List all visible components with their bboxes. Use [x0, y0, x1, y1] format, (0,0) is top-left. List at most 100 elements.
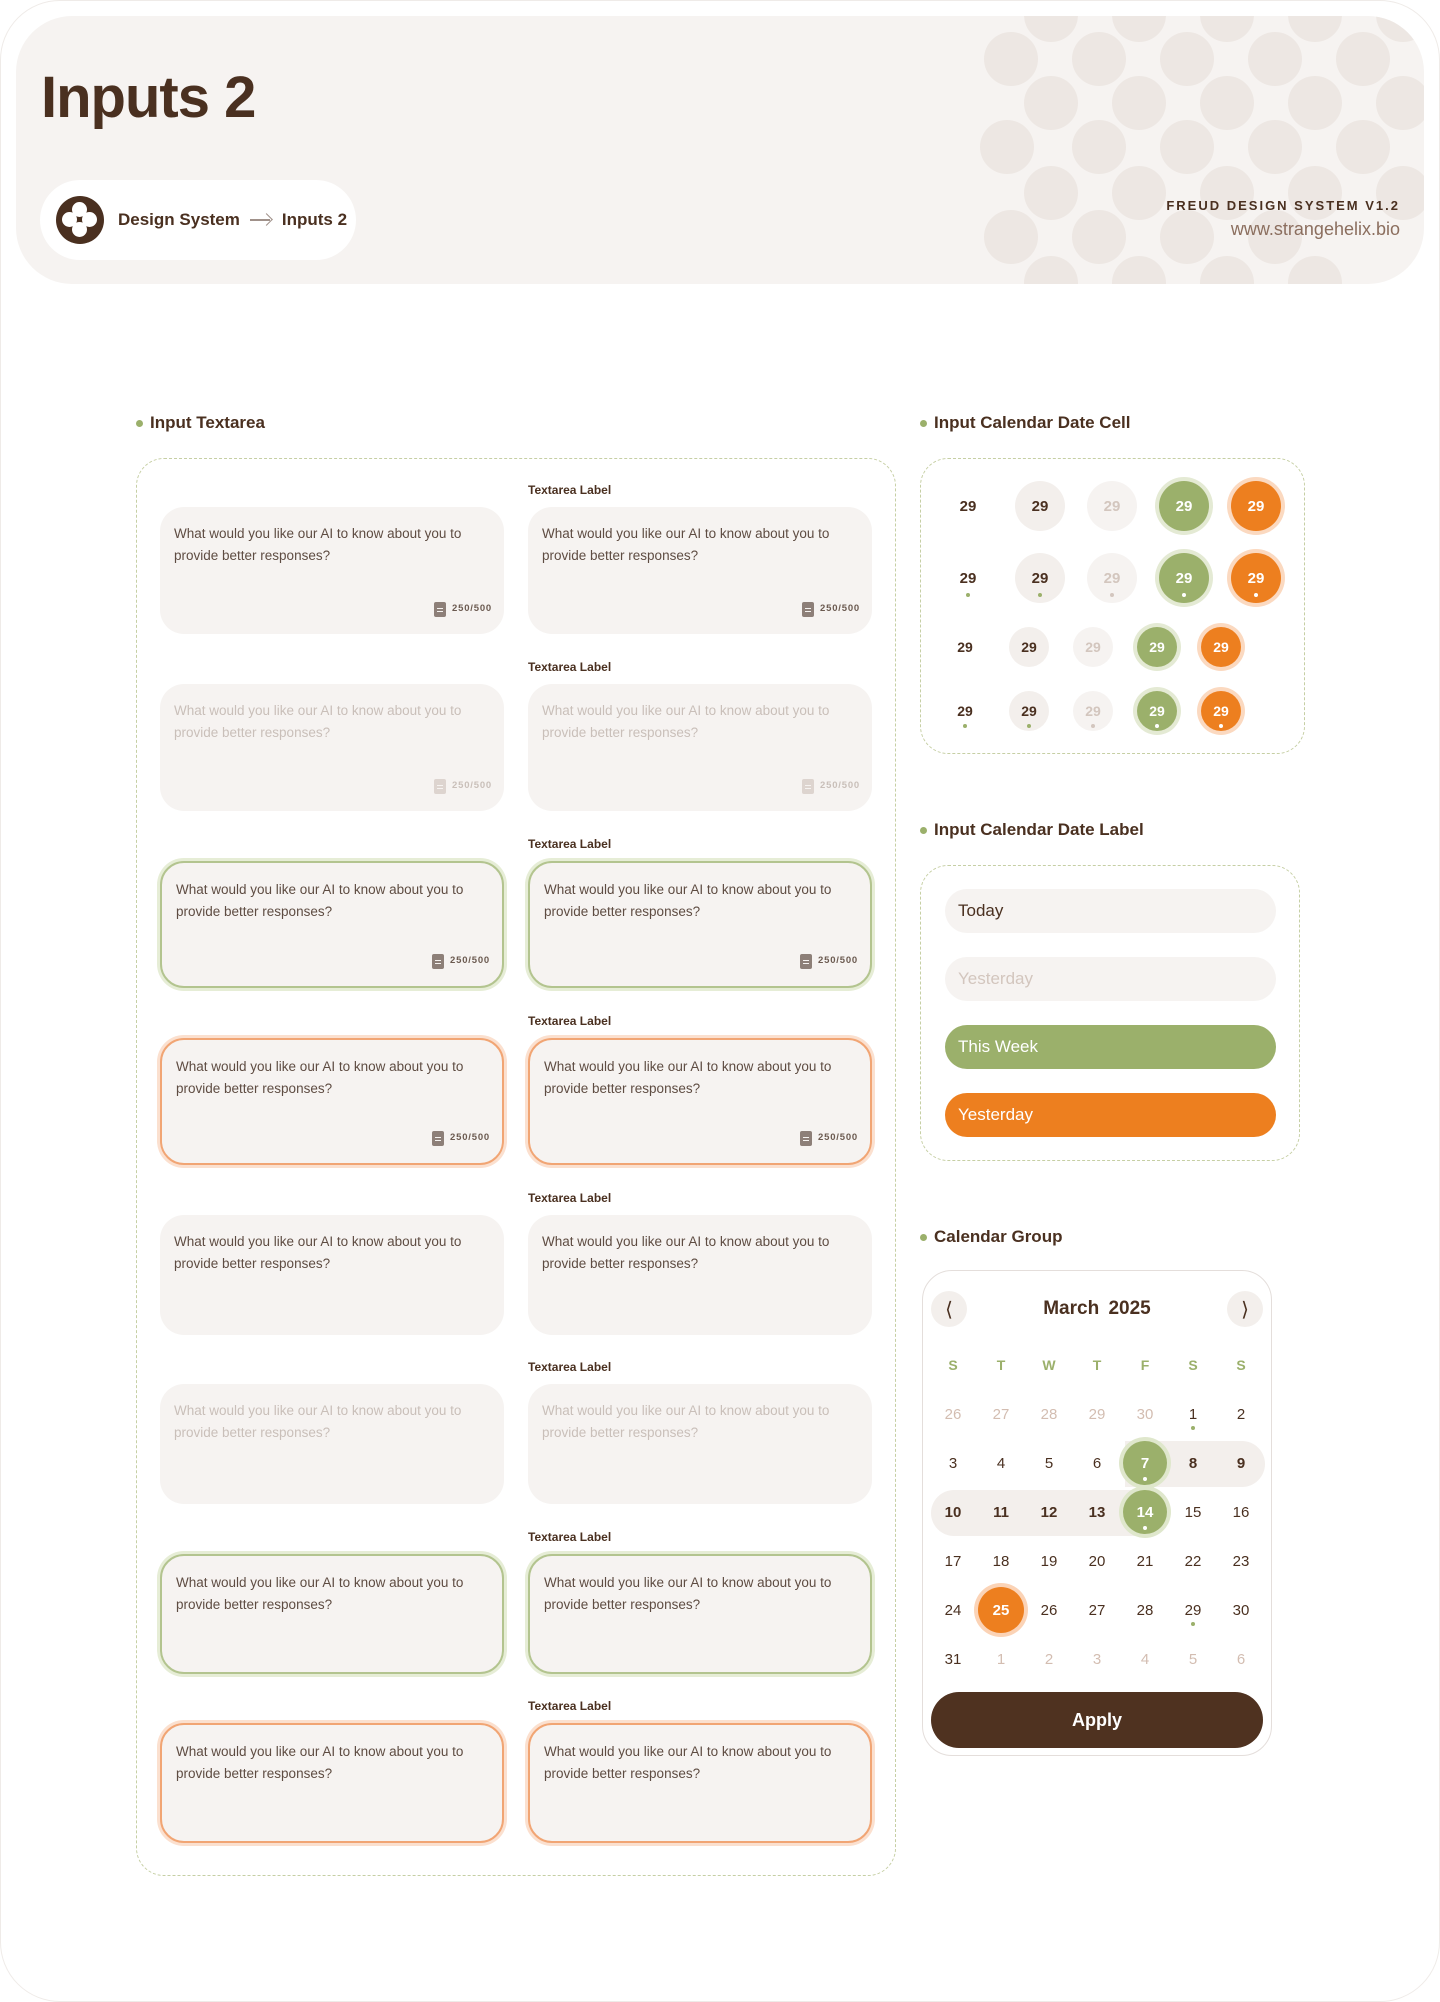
date-label-selected-green[interactable]: This Week [945, 1025, 1276, 1069]
calendar-day[interactable]: 3 [933, 1443, 973, 1483]
date-cell-hover[interactable]: 29 [1015, 481, 1065, 531]
calendar-day[interactable]: 27 [1077, 1590, 1117, 1630]
calendar-day[interactable]: 31 [933, 1639, 973, 1679]
counter-text: 250/500 [818, 1132, 858, 1143]
breadcrumb-item-design-system[interactable]: Design System [118, 210, 240, 230]
date-cell-selected-orange[interactable]: 29 [1231, 481, 1281, 531]
calendar-day-with-event[interactable]: 1 [1173, 1394, 1213, 1434]
calendar-day[interactable]: 21 [1125, 1541, 1165, 1581]
textarea-focused-no-counter[interactable]: What would you like our AI to know about… [160, 1554, 504, 1674]
calendar-day[interactable]: 20 [1077, 1541, 1117, 1581]
textarea-error-labeled[interactable]: What would you like our AI to know about… [528, 1038, 872, 1165]
date-cell-small-selected-green-dot[interactable]: 29 [1137, 691, 1177, 731]
calendar-day[interactable]: 22 [1173, 1541, 1213, 1581]
calendar-day[interactable]: 15 [1173, 1492, 1213, 1532]
calendar-day[interactable]: 23 [1221, 1541, 1261, 1581]
calendar-day[interactable]: 18 [981, 1541, 1021, 1581]
textarea-default[interactable]: What would you like our AI to know about… [160, 507, 504, 634]
date-cell-small-hover-dot[interactable]: 29 [1009, 691, 1049, 731]
character-counter: 250/500 [800, 1127, 858, 1149]
character-counter: 250/500 [802, 775, 860, 797]
date-label-disabled: Yesterday [945, 957, 1276, 1001]
calendar-day-in-range[interactable]: 9 [1221, 1443, 1261, 1483]
calendar-day-in-range[interactable]: 13 [1077, 1492, 1117, 1532]
calendar-day[interactable]: 28 [1125, 1590, 1165, 1630]
date-cell-small-hover[interactable]: 29 [1009, 627, 1049, 667]
chevron-right-icon[interactable]: ⟩ [1227, 1291, 1263, 1327]
textarea-placeholder: What would you like our AI to know about… [174, 1234, 462, 1271]
textarea-label: Textarea Label [528, 1699, 612, 1713]
textarea-default-labeled[interactable]: What would you like our AI to know about… [528, 507, 872, 634]
date-cell-hover-dot[interactable]: 29 [1015, 553, 1065, 603]
textarea-placeholder: What would you like our AI to know about… [176, 1059, 464, 1096]
document-icon [800, 1130, 813, 1146]
calendar-day[interactable]: 30 [1125, 1394, 1165, 1434]
calendar-day[interactable]: 6 [1221, 1639, 1261, 1679]
calendar-day-with-event[interactable]: 29 [1173, 1590, 1213, 1630]
counter-text: 250/500 [452, 780, 492, 791]
calendar-day[interactable]: 28 [1029, 1394, 1069, 1434]
date-cell-selected-green-dot[interactable]: 29 [1159, 553, 1209, 603]
document-icon [432, 1130, 445, 1146]
apply-button[interactable]: Apply [931, 1692, 1263, 1748]
calendar-day[interactable]: 27 [981, 1394, 1021, 1434]
calendar-day[interactable]: 29 [1077, 1394, 1117, 1434]
calendar-day[interactable]: 17 [933, 1541, 973, 1581]
calendar-day[interactable]: 4 [981, 1443, 1021, 1483]
date-cell-small-selected-green[interactable]: 29 [1137, 627, 1177, 667]
textarea-placeholder: What would you like our AI to know about… [542, 1403, 830, 1440]
calendar-day-range-end[interactable]: 14 [1123, 1490, 1167, 1534]
textarea-error-no-counter-labeled[interactable]: What would you like our AI to know about… [528, 1723, 872, 1843]
calendar-day[interactable]: 24 [933, 1590, 973, 1630]
date-cell-selected-orange-dot[interactable]: 29 [1231, 553, 1281, 603]
date-cell-small-default[interactable]: 29 [945, 627, 985, 667]
calendar-day[interactable]: 5 [1029, 1443, 1069, 1483]
calendar-day[interactable]: 16 [1221, 1492, 1261, 1532]
calendar-day-range-start[interactable]: 7 [1123, 1441, 1167, 1485]
calendar-day-today[interactable]: 25 [978, 1587, 1024, 1633]
textarea-error[interactable]: What would you like our AI to know about… [160, 1038, 504, 1165]
textarea-default-no-counter[interactable]: What would you like our AI to know about… [160, 1215, 504, 1335]
date-cell-small-selected-orange[interactable]: 29 [1201, 627, 1241, 667]
section-title-textarea: Input Textarea [136, 413, 265, 433]
calendar-day[interactable]: 6 [1077, 1443, 1117, 1483]
calendar-day[interactable]: 26 [933, 1394, 973, 1434]
breadcrumb-item-current: Inputs 2 [281, 210, 348, 229]
calendar-day[interactable]: 3 [1077, 1639, 1117, 1679]
counter-text: 250/500 [820, 603, 860, 614]
brand-url[interactable]: www.strangehelix.bio [1166, 219, 1400, 240]
textarea-label: Textarea Label [528, 1360, 612, 1374]
calendar-day-in-range[interactable]: 10 [933, 1492, 973, 1532]
textarea-focused-no-counter-labeled[interactable]: What would you like our AI to know about… [528, 1554, 872, 1674]
calendar-day[interactable]: 2 [1029, 1639, 1069, 1679]
calendar-day[interactable]: 4 [1125, 1639, 1165, 1679]
calendar-day-in-range[interactable]: 12 [1029, 1492, 1069, 1532]
textarea-focused-labeled[interactable]: What would you like our AI to know about… [528, 861, 872, 988]
textarea-error-no-counter[interactable]: What would you like our AI to know about… [160, 1723, 504, 1843]
date-label-selected-orange[interactable]: Yesterday [945, 1093, 1276, 1137]
calendar-day-in-range[interactable]: 11 [981, 1492, 1021, 1532]
date-cell-small-default-dot[interactable]: 29 [945, 691, 985, 731]
date-cell-default-dot[interactable]: 29 [943, 553, 993, 603]
calendar-day[interactable]: 2 [1221, 1394, 1261, 1434]
textarea-default-no-counter-labeled[interactable]: What would you like our AI to know about… [528, 1215, 872, 1335]
document-icon [434, 778, 447, 794]
section-title-date-cell: Input Calendar Date Cell [920, 413, 1130, 433]
calendar-day[interactable]: 1 [981, 1639, 1021, 1679]
textarea-placeholder: What would you like our AI to know about… [174, 703, 462, 740]
calendar-day[interactable]: 30 [1221, 1590, 1261, 1630]
calendar-day[interactable]: 5 [1173, 1639, 1213, 1679]
breadcrumb: Design System Inputs 2 [40, 180, 356, 260]
calendar-day[interactable]: 19 [1029, 1541, 1069, 1581]
date-cell-selected-green[interactable]: 29 [1159, 481, 1209, 531]
date-cell-default[interactable]: 29 [943, 481, 993, 531]
date-cell-small-selected-orange-dot[interactable]: 29 [1201, 691, 1241, 731]
calendar-day[interactable]: 26 [1029, 1590, 1069, 1630]
page-title: Inputs 2 [41, 65, 256, 130]
weekday-label: S [1188, 1357, 1198, 1373]
date-label-default[interactable]: Today [945, 889, 1276, 933]
character-counter: 250/500 [434, 598, 492, 620]
calendar-day-in-range[interactable]: 8 [1173, 1443, 1213, 1483]
textarea-placeholder: What would you like our AI to know about… [176, 882, 464, 919]
textarea-focused[interactable]: What would you like our AI to know about… [160, 861, 504, 988]
